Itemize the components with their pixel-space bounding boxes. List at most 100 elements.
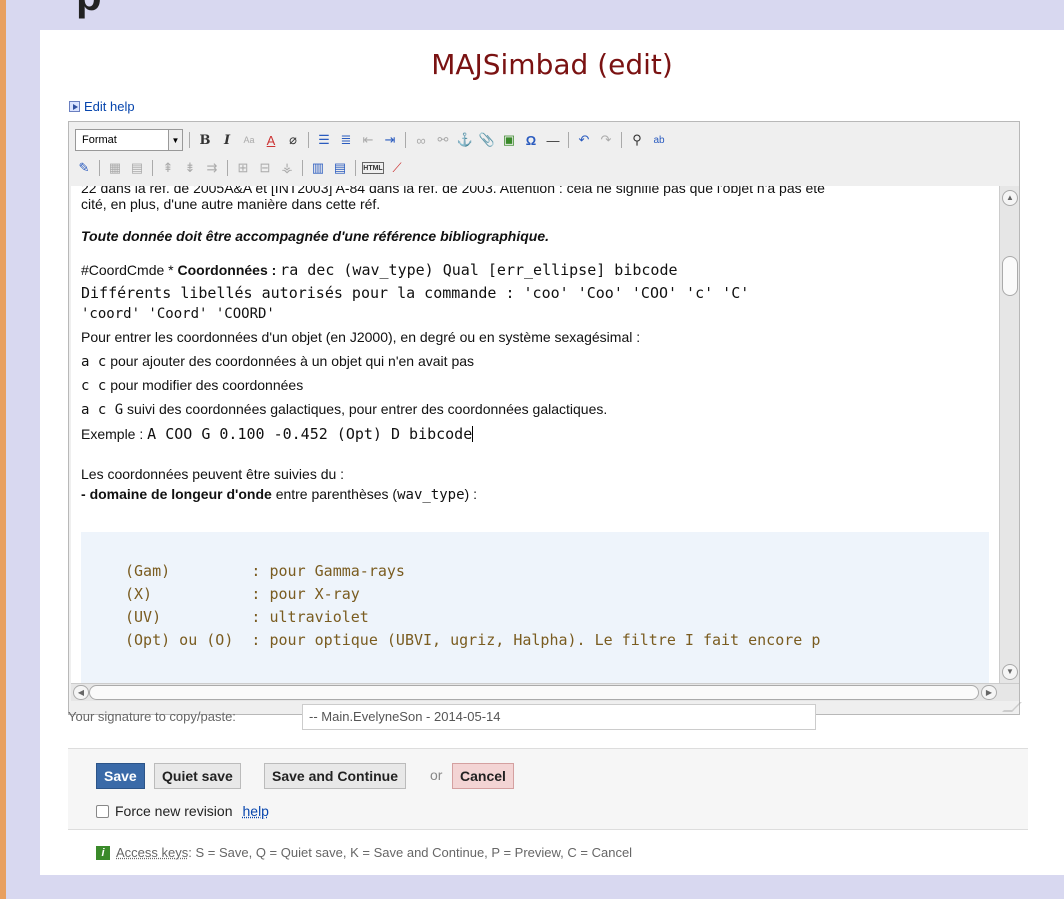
scroll-thumb-horizontal[interactable] [89, 685, 979, 700]
expand-icon [69, 101, 80, 112]
galactic-coord-code: a c G [81, 402, 124, 418]
toolbar-separator [568, 132, 569, 148]
toolbar-row-1: Format ▼ B I Aa A ⌀ ☰ ≣ ⇤ ⇥ ∞ ⚯ ⚓ 📎 ▣ Ω … [75, 128, 668, 152]
format-select[interactable]: Format ▼ [75, 129, 183, 151]
special-char-icon[interactable]: Ω [522, 130, 540, 150]
example-code: A COO G 0.100 -0.452 (Opt) D bibcode [147, 425, 473, 443]
superscript-icon[interactable]: ⇉ [203, 158, 221, 178]
labels-line-1: Différents libellés autorisés pour la co… [81, 284, 750, 302]
wysiwyg-editor: Format ▼ B I Aa A ⌀ ☰ ≣ ⇤ ⇥ ∞ ⚯ ⚓ 📎 ▣ Ω … [68, 121, 1022, 715]
wand-icon[interactable]: ⟋ [388, 158, 406, 178]
undo-icon[interactable]: ↶ [575, 130, 593, 150]
example-line: Exemple : A COO G 0.100 -0.452 (Opt) D b… [81, 425, 474, 443]
table-cell-icon[interactable]: ⚶ [278, 158, 296, 178]
info-icon: i [96, 845, 110, 860]
force-revision-row: Force new revision help [96, 803, 269, 819]
save-button[interactable]: Save [96, 763, 145, 789]
domain-end: ) : [464, 486, 477, 502]
content-line-1: 22 dans la réf. de 2005A&A et [INT2003] … [81, 186, 825, 196]
access-keys-label: Access keys [116, 845, 189, 860]
top-heading-fragment: p [76, 0, 102, 20]
force-revision-checkbox[interactable] [96, 804, 109, 818]
toolbar-separator [621, 132, 622, 148]
coord-bold: Coordonnées : [177, 262, 277, 278]
edit-panel: MAJSimbad (edit) Edit help Format ▼ B I … [40, 30, 1064, 875]
signature-label: Your signature to copy/paste: [68, 709, 236, 724]
code-line: (UV) : ultraviolet [125, 608, 369, 626]
scroll-thumb[interactable] [1002, 256, 1018, 296]
domain-bold: domaine de longeur d'onde [89, 486, 272, 502]
scroll-right-icon[interactable]: ▶ [981, 685, 997, 700]
image-icon[interactable]: ▣ [500, 130, 518, 150]
text-cursor: ​ [472, 426, 474, 442]
help-link[interactable]: help [243, 803, 269, 819]
anchor-icon[interactable]: ⚓ [456, 130, 474, 150]
format-select-label: Format [82, 134, 117, 146]
editor-content[interactable]: 22 dans la réf. de 2005A&A et [INT2003] … [71, 186, 999, 683]
edit-help-toggle[interactable]: Edit help [69, 99, 135, 114]
delete-row-icon[interactable]: ⇟ [181, 158, 199, 178]
coord-syntax: ra dec (wav_type) Qual [err_ellipse] bib… [280, 261, 678, 279]
find-icon[interactable]: ⚲ [628, 130, 646, 150]
merge-icon[interactable]: ⊞ [234, 158, 252, 178]
html-icon[interactable]: HTML [362, 162, 384, 174]
edit-help-label: Edit help [84, 99, 135, 114]
vertical-scrollbar[interactable]: ▲ ▼ [999, 186, 1019, 683]
scroll-up-icon[interactable]: ▲ [1002, 190, 1018, 206]
editor-toolbar: Format ▼ B I Aa A ⌀ ☰ ≣ ⇤ ⇥ ∞ ⚯ ⚓ 📎 ▣ Ω … [69, 122, 1019, 186]
bold-icon[interactable]: B [196, 130, 214, 150]
split-icon[interactable]: ⊟ [256, 158, 274, 178]
scroll-left-icon[interactable]: ◀ [73, 685, 89, 700]
left-stripe [0, 0, 6, 899]
follow-line: Les coordonnées peuvent être suivies du … [81, 466, 345, 482]
toolbar-separator [189, 132, 190, 148]
horizontal-rule-icon[interactable]: — [544, 130, 562, 150]
unlink-icon[interactable]: ⚯ [434, 130, 452, 150]
domain-code: wav_type [397, 487, 465, 503]
example-label: Exemple : [81, 426, 144, 442]
save-and-continue-button[interactable]: Save and Continue [264, 763, 407, 789]
remove-format-icon[interactable]: ⌀ [284, 130, 302, 150]
page-title: MAJSimbad (edit) [431, 48, 673, 81]
text-color-icon[interactable]: A [262, 130, 280, 150]
galactic-coord-text: suivi des coordonnées galactiques, pour … [127, 401, 608, 417]
coord-prefix: #CoordCmde * [81, 262, 174, 278]
bullet-list-icon[interactable]: ☰ [315, 130, 333, 150]
table-icon[interactable]: ▦ [106, 158, 124, 178]
or-label: or [430, 767, 443, 783]
toolbar-row-2: ✎ ▦ ▤ ⇞ ⇟ ⇉ ⊞ ⊟ ⚶ ▥ ▤ HTML ⟋ [75, 156, 406, 180]
access-keys-row: i Access keys: S = Save, Q = Quiet save,… [96, 845, 632, 860]
table-props-icon[interactable]: ▤ [128, 158, 146, 178]
code-block: (Gam) : pour Gamma-rays (X) : pour X-ray… [81, 532, 989, 683]
font-size-icon[interactable]: Aa [240, 130, 258, 150]
chevron-down-icon: ▼ [168, 130, 182, 150]
access-keys-text: Access keys: S = Save, Q = Quiet save, K… [116, 845, 632, 860]
toolbar-separator [152, 160, 153, 176]
redo-icon[interactable]: ↷ [597, 130, 615, 150]
toolbar-separator [355, 160, 356, 176]
edit-icon[interactable]: ✎ [75, 158, 93, 178]
table-cell-props-icon[interactable]: ▥ [309, 158, 327, 178]
domain-prefix: - [81, 486, 86, 502]
cancel-button[interactable]: Cancel [452, 763, 514, 789]
italic-icon[interactable]: I [218, 130, 236, 150]
add-coord-text: pour ajouter des coordonnées à un objet … [110, 353, 475, 369]
attach-icon[interactable]: 📎 [478, 130, 496, 150]
insert-row-icon[interactable]: ⇞ [159, 158, 177, 178]
resize-grip-icon[interactable] [1002, 702, 1022, 712]
horizontal-scrollbar[interactable]: ◀ ▶ [71, 683, 1019, 701]
signature-field[interactable]: -- Main.EvelyneSon - 2014-05-14 [302, 704, 816, 730]
scroll-down-icon[interactable]: ▼ [1002, 664, 1018, 680]
content-line-2: cité, en plus, d'une autre manière dans … [81, 196, 381, 212]
table-row-props-icon[interactable]: ▤ [331, 158, 349, 178]
galactic-coord-line: a c G suivi des coordonnées galactiques,… [81, 401, 607, 418]
quiet-save-button[interactable]: Quiet save [154, 763, 241, 789]
intro-line: Pour entrer les coordonnées d'un objet (… [81, 329, 641, 345]
numbered-list-icon[interactable]: ≣ [337, 130, 355, 150]
access-keys-list: : S = Save, Q = Quiet save, K = Save and… [188, 845, 633, 860]
outdent-icon[interactable]: ⇤ [359, 130, 377, 150]
replace-icon[interactable]: ab [650, 130, 668, 150]
link-icon[interactable]: ∞ [412, 130, 430, 150]
domain-text: entre parenthèses ( [275, 486, 398, 502]
indent-icon[interactable]: ⇥ [381, 130, 399, 150]
